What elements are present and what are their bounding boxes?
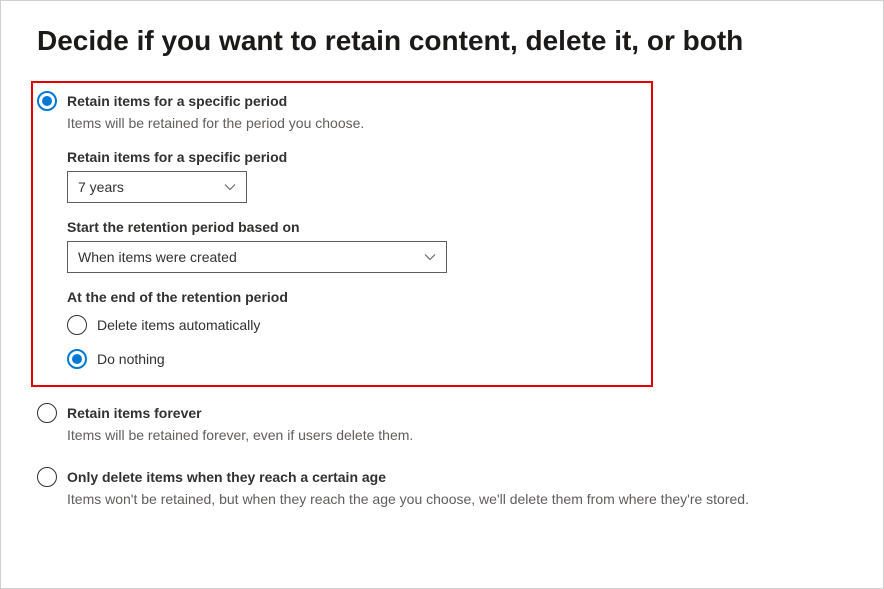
end-field-label: At the end of the retention period bbox=[67, 289, 641, 305]
radio-delete-automatically[interactable]: Delete items automatically bbox=[67, 315, 641, 335]
highlighted-option-box: Retain items for a specific period Items… bbox=[31, 81, 653, 387]
option-desc-retain-forever: Items will be retained forever, even if … bbox=[67, 427, 847, 443]
retain-specific-subsection: Retain items for a specific period 7 yea… bbox=[67, 149, 641, 369]
option-title-retain-specific: Retain items for a specific period bbox=[67, 93, 287, 109]
start-dropdown[interactable]: When items were created bbox=[67, 241, 447, 273]
radio-only-delete[interactable]: Only delete items when they reach a cert… bbox=[37, 467, 847, 487]
radio-label-do-nothing: Do nothing bbox=[97, 351, 165, 367]
period-field-label: Retain items for a specific period bbox=[67, 149, 641, 165]
radio-label-delete-auto: Delete items automatically bbox=[97, 317, 260, 333]
option-retain-forever-block: Retain items forever Items will be retai… bbox=[37, 403, 847, 443]
radio-retain-specific[interactable]: Retain items for a specific period bbox=[37, 91, 641, 111]
page-title: Decide if you want to retain content, de… bbox=[37, 25, 847, 57]
radio-unselected-icon bbox=[37, 403, 57, 423]
option-desc-only-delete: Items won't be retained, but when they r… bbox=[67, 491, 847, 507]
period-dropdown-value: 7 years bbox=[78, 179, 124, 195]
chevron-down-icon bbox=[424, 251, 436, 263]
radio-unselected-icon bbox=[37, 467, 57, 487]
start-field-label: Start the retention period based on bbox=[67, 219, 641, 235]
option-title-retain-forever: Retain items forever bbox=[67, 405, 202, 421]
option-only-delete-block: Only delete items when they reach a cert… bbox=[37, 467, 847, 507]
radio-retain-forever[interactable]: Retain items forever bbox=[37, 403, 847, 423]
start-dropdown-value: When items were created bbox=[78, 249, 237, 265]
retention-settings-page: Decide if you want to retain content, de… bbox=[1, 1, 883, 555]
radio-selected-icon bbox=[37, 91, 57, 111]
period-dropdown[interactable]: 7 years bbox=[67, 171, 247, 203]
option-desc-retain-specific: Items will be retained for the period yo… bbox=[67, 115, 641, 131]
radio-do-nothing[interactable]: Do nothing bbox=[67, 349, 641, 369]
radio-selected-icon bbox=[67, 349, 87, 369]
option-title-only-delete: Only delete items when they reach a cert… bbox=[67, 469, 386, 485]
radio-unselected-icon bbox=[67, 315, 87, 335]
chevron-down-icon bbox=[224, 181, 236, 193]
